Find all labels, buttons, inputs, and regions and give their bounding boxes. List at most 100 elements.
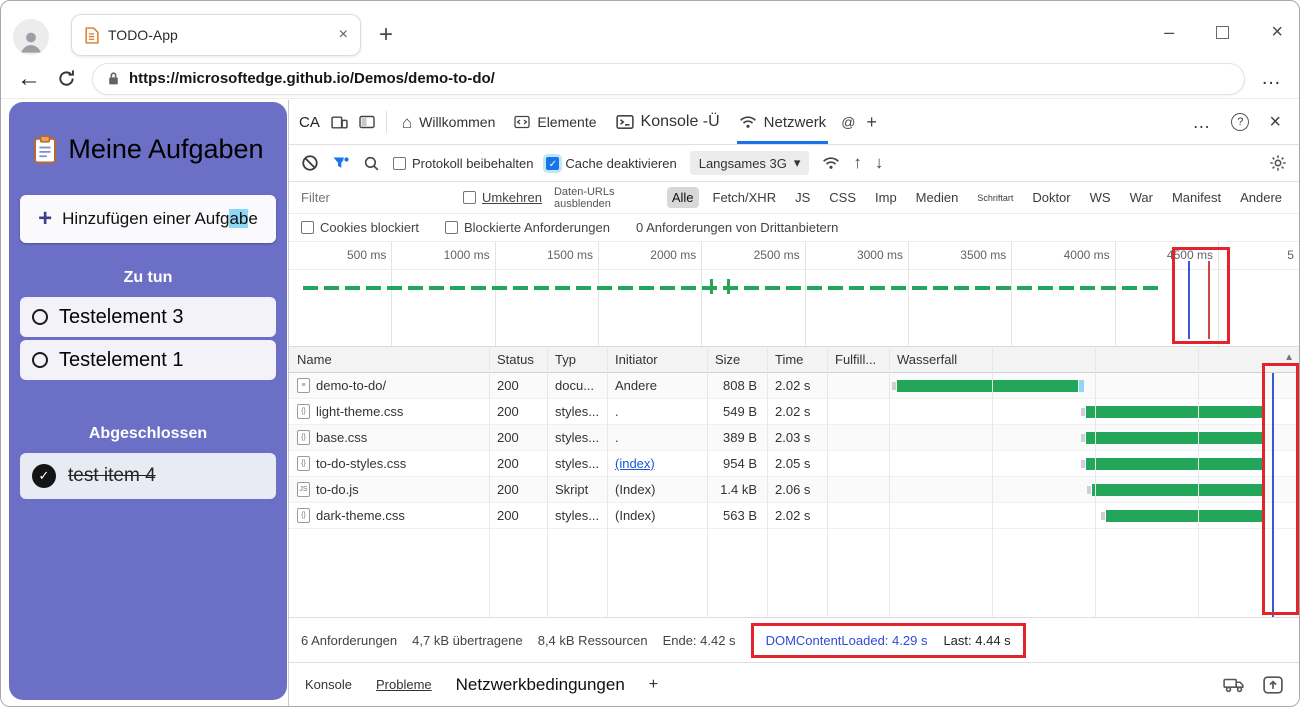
filter-pill-alle[interactable]: Alle: [666, 187, 699, 208]
todo-item[interactable]: Testelement 1: [20, 340, 276, 380]
table-row[interactable]: {} to-do-styles.css 200 styles... (index)…: [289, 451, 1299, 477]
filter-pill-dok[interactable]: Doktor: [1027, 187, 1075, 208]
add-task-button[interactable]: + Hinzufügen einer Aufgabe: [20, 195, 276, 243]
profile-avatar[interactable]: [13, 19, 49, 55]
highlight-box-summary: DOMContentLoaded: 4.29 s Last: 4.44 s: [750, 622, 1026, 658]
completed-item[interactable]: ✓ test item 4: [20, 453, 276, 499]
scroll-up-icon[interactable]: ▲: [1284, 352, 1294, 363]
devtools-close-button[interactable]: ×: [1269, 111, 1281, 134]
filter-pill-wasm[interactable]: War: [1125, 187, 1158, 208]
maximize-button[interactable]: [1216, 26, 1230, 39]
search-icon[interactable]: [363, 155, 380, 172]
add-devtools-tab-button[interactable]: +: [866, 112, 877, 133]
filter-pill-manifest[interactable]: Manifest: [1167, 187, 1226, 208]
more-panels-icon[interactable]: @: [841, 114, 855, 130]
truck-icon[interactable]: [1223, 677, 1245, 693]
clear-network-log-icon[interactable]: [301, 154, 319, 172]
window-close-button[interactable]: ×: [1271, 21, 1283, 44]
blocked-requests-checkbox[interactable]: Blockierte Anforderungen: [445, 220, 610, 235]
checkbox-icon: [301, 221, 314, 234]
column-header-wasserfall[interactable]: Wasserfall: [889, 352, 1299, 367]
browser-more-menu-button[interactable]: …: [1261, 67, 1283, 90]
table-row[interactable]: JS to-do.js 200 Skript (Index) 1.4 kB 2.0…: [289, 477, 1299, 503]
column-header-fulfilled[interactable]: Fulfill...: [827, 352, 889, 367]
filter-pill-fetch-xhr[interactable]: Fetch/XHR: [708, 187, 782, 208]
stylesheet-icon: {}: [297, 430, 310, 445]
drawer-tab-netzwerkbedingungen[interactable]: Netzwerkbedingungen: [456, 675, 625, 695]
tab-close-icon[interactable]: ×: [339, 26, 348, 44]
stylesheet-icon: {}: [297, 456, 310, 471]
column-header-status[interactable]: Status: [489, 352, 547, 367]
finish-time: Ende: 4.42 s: [662, 632, 736, 648]
filter-icon[interactable]: [332, 155, 350, 171]
highlight-box-waterfall: [1262, 363, 1299, 615]
radio-icon[interactable]: [32, 352, 48, 368]
tab-willkommen[interactable]: ⌂ Willkommen: [398, 100, 500, 144]
help-button[interactable]: ?: [1231, 113, 1250, 131]
add-task-label: Hinzufügen einer Aufgabe: [62, 209, 258, 228]
window-content: Meine Aufgaben + Hinzufügen einer Aufgab…: [1, 100, 1299, 706]
import-har-icon[interactable]: ↑: [853, 153, 862, 173]
disable-cache-checkbox[interactable]: ✓ Cache deaktivieren: [546, 156, 677, 171]
highlight-box-timeline: [1172, 247, 1230, 344]
table-row[interactable]: ≡ demo-to-do/ 200 docu... Andere 808 B 2.…: [289, 373, 1299, 399]
drawer-tab-konsole[interactable]: Konsole: [305, 677, 352, 692]
checkmark-icon[interactable]: ✓: [32, 464, 56, 488]
filter-pill-img[interactable]: Imp: [870, 187, 902, 208]
network-conditions-icon[interactable]: [822, 156, 840, 170]
tab-konsole[interactable]: Konsole -Ü: [612, 100, 724, 144]
filter-pill-ws[interactable]: WS: [1085, 187, 1116, 208]
table-row[interactable]: {} base.css 200 styles... . 389 B 2.03 s: [289, 425, 1299, 451]
tab-netzwerk[interactable]: Netzwerk: [735, 100, 831, 144]
network-overview-timeline[interactable]: 500 ms 1000 ms 1500 ms 2000 ms 2500 ms 3…: [289, 242, 1299, 347]
dock-side-icon[interactable]: [359, 115, 375, 129]
drawer-tab-probleme[interactable]: Probleme: [376, 677, 432, 692]
browser-window: TODO-App × + – × ← https://microsoftedge…: [0, 0, 1300, 707]
load-time: Last: 4.44 s: [943, 632, 1011, 648]
filter-pill-schriftart[interactable]: Schriftart: [972, 190, 1018, 206]
column-header-size[interactable]: Size: [707, 352, 767, 367]
blocked-cookies-checkbox[interactable]: Cookies blockiert: [301, 220, 419, 235]
table-row[interactable]: {} dark-theme.css 200 styles... (Index) 5…: [289, 503, 1299, 529]
column-header-initiator[interactable]: Initiator: [607, 352, 707, 367]
export-har-icon[interactable]: ↓: [875, 153, 884, 173]
column-header-name[interactable]: Name: [289, 352, 489, 367]
filter-pill-css[interactable]: CSS: [824, 187, 861, 208]
tab-elemente[interactable]: Elemente: [510, 100, 600, 144]
filter-pill-medien[interactable]: Medien: [911, 187, 964, 208]
filter-input[interactable]: [301, 190, 451, 205]
preserve-log-checkbox[interactable]: Protokoll beibehalten: [393, 156, 533, 171]
refresh-button[interactable]: [57, 69, 76, 88]
throttling-select[interactable]: Langsames 3G ▾: [689, 151, 810, 175]
filter-pill-js[interactable]: JS: [790, 187, 815, 208]
devtools-more-button[interactable]: …: [1192, 112, 1211, 133]
tab-favicon-icon: [84, 26, 99, 44]
hide-data-urls-toggle[interactable]: Daten-URLs ausblenden: [554, 186, 655, 210]
invert-checkbox[interactable]: Umkehren: [463, 190, 542, 205]
device-toolbar-icon[interactable]: [331, 115, 348, 130]
initiator-link[interactable]: (index): [615, 456, 655, 471]
column-header-time[interactable]: Time: [767, 352, 827, 367]
done-section-label: Abgeschlossen: [88, 425, 208, 442]
waterfall-queue-stub: [1100, 512, 1105, 520]
completed-item-label: test item 4: [68, 465, 156, 486]
table-row[interactable]: {} light-theme.css 200 styles... . 549 B …: [289, 399, 1299, 425]
settings-icon[interactable]: [1269, 154, 1287, 172]
todo-item[interactable]: Testelement 3: [20, 297, 276, 337]
expand-drawer-icon[interactable]: [1263, 675, 1283, 694]
drawer-add-tab-button[interactable]: +: [649, 676, 658, 694]
new-tab-button[interactable]: +: [379, 21, 393, 49]
minimize-button[interactable]: –: [1164, 22, 1174, 43]
browser-tab[interactable]: TODO-App ×: [71, 14, 361, 56]
address-bar[interactable]: https://microsoftedge.github.io/Demos/de…: [92, 62, 1245, 95]
filter-pill-andere[interactable]: Andere: [1235, 187, 1287, 208]
back-button[interactable]: ←: [17, 66, 41, 91]
waterfall-download-cap: [1079, 380, 1085, 392]
devtools-left-label: CA: [299, 113, 320, 131]
waterfall-bar: [1085, 432, 1263, 444]
column-header-typ[interactable]: Typ: [547, 352, 607, 367]
radio-icon[interactable]: [32, 309, 48, 325]
text-selection-highlight: ab: [229, 209, 249, 228]
console-icon: [615, 114, 634, 130]
waterfall-cell: [889, 451, 1299, 476]
